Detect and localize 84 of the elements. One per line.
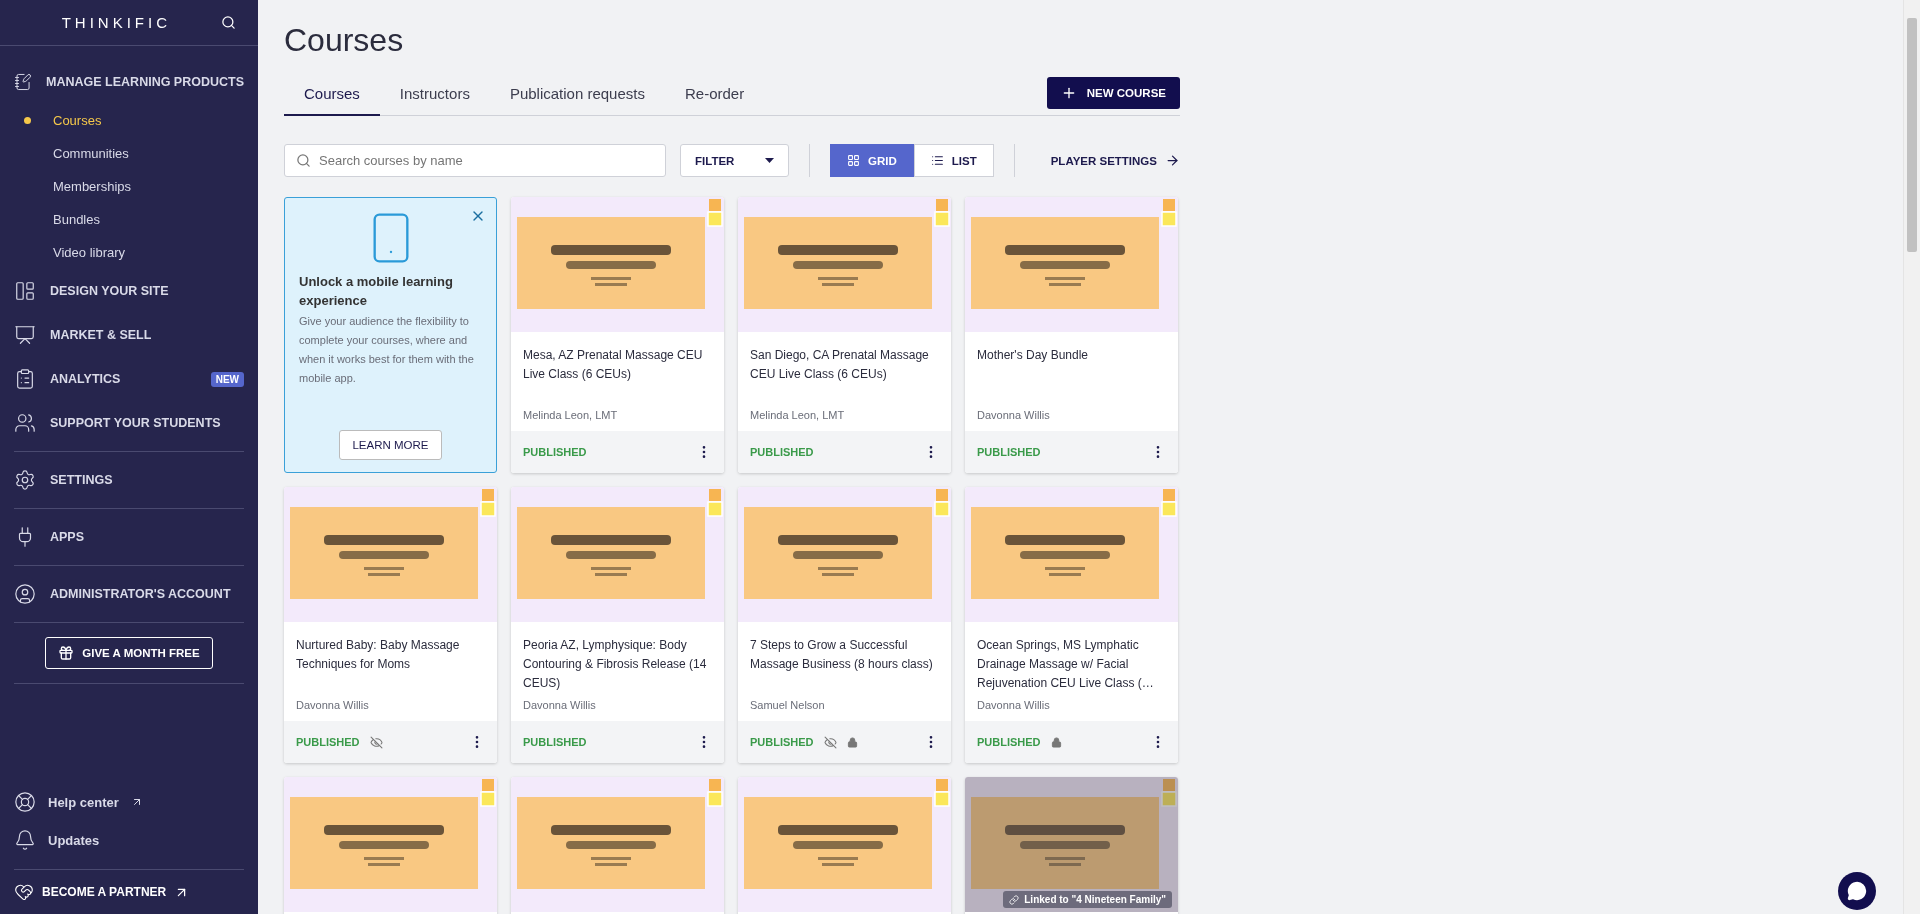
view-toggle[interactable]: GRID bbox=[830, 144, 914, 177]
lifebuoy-icon bbox=[14, 791, 36, 813]
search-icon[interactable] bbox=[221, 15, 236, 30]
promo-title: Unlock a mobile learning experience bbox=[299, 273, 454, 310]
status-label: PUBLISHED bbox=[296, 736, 360, 748]
course-card[interactable]: San Diego, CA Prenatal Massage CEU Live Class (6 CEUs) Melinda Leon, LMT PUBLISHED bbox=[738, 197, 951, 473]
nav-icon bbox=[14, 280, 36, 302]
nav-icon bbox=[14, 71, 33, 93]
view-toggle[interactable]: LIST bbox=[913, 144, 994, 177]
logo: THINKIFIC bbox=[61, 14, 171, 31]
nav-subitem[interactable]: Memberships bbox=[14, 170, 244, 203]
course-card[interactable]: Linked to "4 Nineteen Family" bbox=[965, 777, 1178, 914]
list-icon bbox=[930, 154, 944, 167]
nav-item[interactable]: ADMINISTRATOR'S ACCOUNT bbox=[14, 572, 244, 616]
sidebar-link[interactable]: Help center bbox=[14, 783, 244, 821]
tab[interactable]: Publication requests bbox=[489, 77, 665, 116]
status-label: PUBLISHED bbox=[977, 446, 1041, 458]
course-author: Melinda Leon, LMT bbox=[523, 409, 619, 421]
sidebar-link[interactable]: Updates bbox=[14, 821, 244, 859]
nav-subitem[interactable]: Video library bbox=[14, 236, 244, 269]
status-label: PUBLISHED bbox=[750, 446, 814, 458]
search-icon bbox=[296, 153, 311, 168]
course-title: Mother's Day Bundle bbox=[977, 347, 1089, 364]
nav-subitem[interactable]: Communities bbox=[14, 137, 244, 170]
status-label: PUBLISHED bbox=[977, 736, 1041, 748]
course-author: Davonna Willis bbox=[296, 699, 370, 711]
nav-icon bbox=[14, 583, 36, 605]
course-title: 7 Steps to Grow a Successful Massage Business (8 hours class) bbox=[750, 637, 934, 673]
page-title: Courses bbox=[284, 22, 405, 59]
link-icon bbox=[1009, 894, 1020, 905]
search-field[interactable]: Search courses by name bbox=[284, 144, 666, 177]
learn-more-button[interactable]: LEARN MORE bbox=[339, 430, 442, 460]
nav-item[interactable]: ANALYTICS NEW bbox=[14, 357, 244, 401]
player-settings-link[interactable]: PLAYER SETTINGS bbox=[1050, 153, 1180, 168]
course-title: Mesa, AZ Prenatal Massage CEU Live Class (6 CEUs) bbox=[523, 347, 704, 383]
course-card[interactable]: 7 Steps to Grow a Successful Massage Business (8 hours class) Samuel Nelson PUBLISHED bbox=[738, 487, 951, 763]
heart-handshake-icon bbox=[14, 882, 34, 902]
course-title: Ocean Springs, MS Lymphatic Drainage Massage w/ Facial Rejuvenation CEU Live Class (… bbox=[977, 637, 1155, 692]
nav-subitem[interactable]: Courses bbox=[14, 104, 244, 137]
scrollbar[interactable] bbox=[1903, 0, 1920, 914]
course-card[interactable]: Mother's Day Bundle Davonna Willis PUBLISHED bbox=[965, 197, 1178, 473]
chat-icon bbox=[1847, 881, 1867, 901]
tab[interactable]: Re-order bbox=[665, 77, 765, 116]
nav-icon bbox=[14, 368, 36, 390]
give-month-free-button[interactable]: GIVE A MONTH FREE bbox=[45, 637, 213, 669]
course-title: Peoria AZ, Lymphysique: Body Contouring & Fibrosis Release (14 CEUS) bbox=[523, 637, 708, 692]
course-title: Nurtured Baby: Baby Massage Techniques for Moms bbox=[296, 637, 461, 673]
nav-icon bbox=[14, 412, 36, 434]
new-badge: NEW bbox=[210, 371, 244, 387]
nav-item[interactable]: MARKET & SELL bbox=[14, 313, 244, 357]
bell-icon bbox=[14, 829, 36, 851]
tab[interactable]: Courses bbox=[284, 77, 380, 116]
gift-icon bbox=[58, 645, 75, 661]
course-author: Davonna Willis bbox=[977, 409, 1051, 421]
tab[interactable]: Instructors bbox=[379, 77, 490, 116]
status-label: PUBLISHED bbox=[750, 736, 814, 748]
nav-item[interactable]: APPS bbox=[14, 515, 244, 559]
course-author: Samuel Nelson bbox=[750, 699, 826, 711]
nav-item[interactable]: SETTINGS bbox=[14, 458, 244, 502]
course-author: Davonna Willis bbox=[977, 699, 1051, 711]
course-card[interactable]: Mesa, AZ Prenatal Massage CEU Live Class (6 CEUs) Melinda Leon, LMT PUBLISHED bbox=[511, 197, 724, 473]
filter-dropdown[interactable]: FILTER bbox=[680, 144, 790, 177]
linked-text: Linked to "4 Nineteen Family" bbox=[1024, 894, 1166, 905]
course-card[interactable]: Ocean Springs, MS Lymphatic Drainage Massage w/ Facial Rejuvenation CEU Live Class (… Davonna Willis PUBLISHED bbox=[965, 487, 1178, 763]
grid-icon bbox=[847, 154, 861, 167]
new-course-button[interactable]: NEW COURSE bbox=[1046, 77, 1180, 109]
chat-button[interactable] bbox=[1838, 872, 1876, 910]
nav-item[interactable]: MANAGE LEARNING PRODUCTS bbox=[14, 60, 244, 104]
status-label: PUBLISHED bbox=[523, 736, 587, 748]
nav-subitem[interactable]: Bundles bbox=[14, 203, 244, 236]
caret-icon bbox=[765, 158, 775, 163]
course-author: Davonna Willis bbox=[523, 699, 597, 711]
course-author: Melinda Leon, LMT bbox=[750, 409, 846, 421]
nav-item[interactable]: DESIGN YOUR SITE bbox=[14, 269, 244, 313]
nav-icon bbox=[14, 324, 36, 346]
promo-text: Give your audience the flexibility to complete your courses, where and when it works best for them with the mobile app. bbox=[299, 314, 475, 386]
arrow-right-icon bbox=[1165, 153, 1180, 168]
course-title: San Diego, CA Prenatal Massage CEU Live Class (6 CEUs) bbox=[750, 347, 930, 383]
nav-icon bbox=[14, 469, 36, 491]
become-partner-link[interactable]: BECOME A PARTNER bbox=[14, 870, 244, 914]
nav-item[interactable]: SUPPORT YOUR STUDENTS bbox=[14, 401, 244, 445]
course-card[interactable]: Peoria AZ, Lymphysique: Body Contouring & Fibrosis Release (14 CEUS) Davonna Willis PUBLISHED bbox=[511, 487, 724, 763]
status-label: PUBLISHED bbox=[523, 446, 587, 458]
course-card[interactable]: Nurtured Baby: Baby Massage Techniques for Moms Davonna Willis PUBLISHED bbox=[284, 487, 497, 763]
